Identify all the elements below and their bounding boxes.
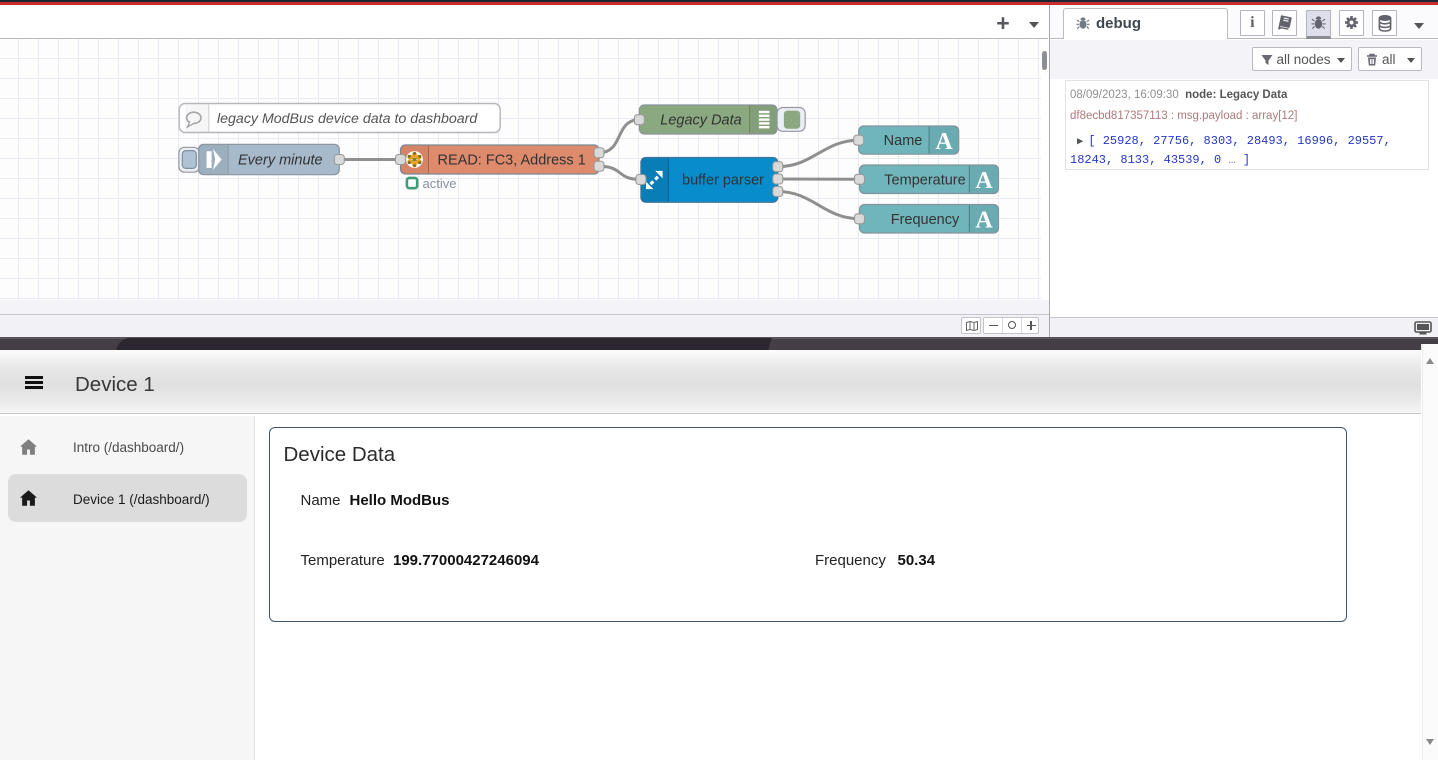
svg-text:Legacy Data: Legacy Data	[660, 112, 741, 128]
svg-text:Every minute: Every minute	[238, 153, 323, 169]
svg-text:buffer parser: buffer parser	[682, 173, 764, 189]
svg-text:Temperature: Temperature	[884, 172, 965, 188]
svg-text:legacy ModBus device data to d: legacy ModBus device data to dashboard	[217, 111, 478, 127]
svg-text:A: A	[935, 129, 953, 155]
svg-text:READ: FC3, Address 1: READ: FC3, Address 1	[438, 153, 586, 169]
svg-text:Frequency: Frequency	[891, 212, 960, 228]
svg-text:active: active	[423, 176, 457, 191]
svg-text:Name: Name	[884, 133, 923, 149]
svg-text:A: A	[975, 168, 993, 194]
svg-text:A: A	[975, 208, 993, 234]
